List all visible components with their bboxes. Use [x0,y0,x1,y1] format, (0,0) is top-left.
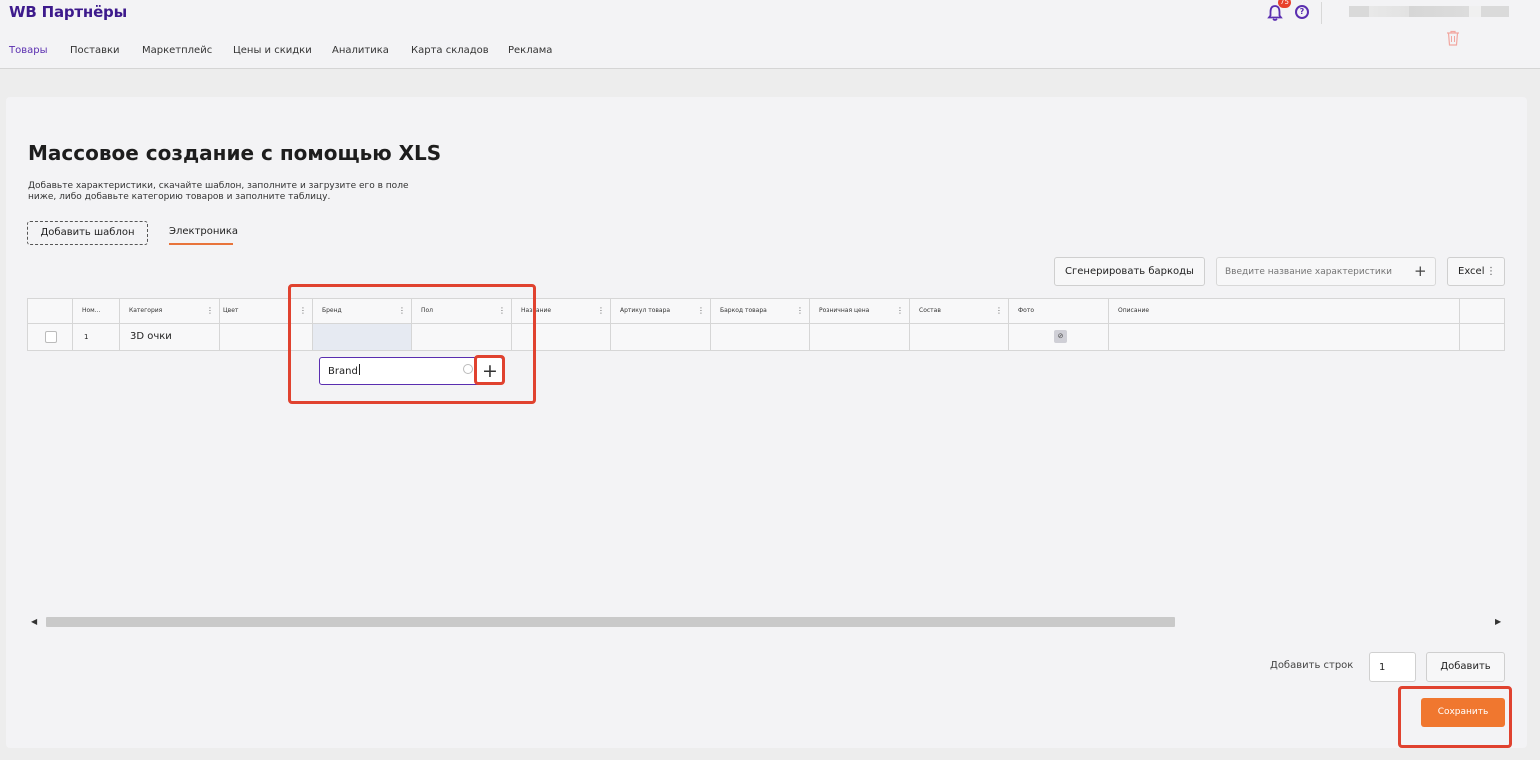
divider [1321,2,1322,24]
add-characteristic-plus-icon[interactable]: + [1414,262,1427,280]
column-header-color[interactable]: Цвет ⋮ [220,299,313,324]
search-icon [463,364,473,374]
save-button[interactable]: Сохранить [1421,698,1505,727]
app-logo[interactable]: WB Партнёры [9,3,127,21]
row-brand-cell-active[interactable] [313,324,412,350]
row-photo-cell[interactable]: ⊘ [1009,324,1109,350]
column-header-retail-price[interactable]: Розничная цена ⋮ [810,299,910,324]
column-header-gender[interactable]: Пол ⋮ [412,299,512,324]
rows-count-input[interactable] [1369,652,1416,682]
nav-item-ads[interactable]: Реклама [508,45,552,56]
add-brand-plus-icon[interactable]: + [477,359,503,383]
row-color-cell[interactable] [220,324,313,350]
scroll-right-arrow-icon[interactable]: ▶ [1495,617,1501,626]
row-description-cell[interactable] [1109,324,1460,350]
column-menu-icon[interactable]: ⋮ [398,299,406,323]
column-header-description[interactable]: Описание [1109,299,1460,324]
row-article-cell[interactable] [611,324,711,350]
column-header-number[interactable]: Ном... [73,299,120,324]
nav-item-prices[interactable]: Цены и скидки [233,45,312,56]
column-header-article[interactable]: Артикул товара ⋮ [611,299,711,324]
notification-badge: 75 [1278,0,1291,8]
photo-upload-icon[interactable]: ⊘ [1054,330,1067,343]
column-menu-icon[interactable]: ⋮ [206,299,214,323]
row-barcode-cell[interactable] [711,324,810,350]
row-gender-cell[interactable] [412,324,512,350]
row-name-cell[interactable] [512,324,611,350]
nav-item-goods[interactable]: Товары [9,45,48,56]
active-tab-indicator [169,243,233,245]
column-header-photo[interactable]: Фото [1009,299,1109,324]
column-menu-icon[interactable]: ⋮ [697,299,705,323]
column-menu-icon[interactable]: ⋮ [498,299,506,323]
column-header-brand[interactable]: Бренд ⋮ [313,299,412,324]
column-header-composition[interactable]: Состав ⋮ [910,299,1009,324]
row-composition-cell[interactable] [910,324,1009,350]
excel-menu-button[interactable]: Excel ⋮ [1447,257,1505,286]
add-template-button[interactable]: Добавить шаблон [27,221,148,245]
row-select-cell [28,324,73,350]
column-header-name[interactable]: Название ⋮ [512,299,611,324]
products-table: Ном... Категория ⋮ Цвет ⋮ Бренд ⋮ Пол ⋮ Назв… [27,298,1505,351]
horizontal-scrollbar[interactable] [46,617,1175,627]
tab-electronics[interactable]: Электроника [169,226,238,237]
trash-icon[interactable] [1446,30,1460,46]
nav-item-warehouse-map[interactable]: Карта складов [411,45,489,56]
select-all-column[interactable] [28,299,73,324]
nav-item-marketplace[interactable]: Маркетплейс [142,45,212,56]
column-header-barcode[interactable]: Баркод товара ⋮ [711,299,810,324]
row-number-cell: 1 [73,324,120,350]
generate-barcodes-button[interactable]: Сгенерировать баркоды [1054,257,1205,286]
add-rows-button[interactable]: Добавить [1426,652,1505,682]
row-price-cell[interactable] [810,324,910,350]
column-menu-icon[interactable]: ⋮ [995,299,1003,323]
page-title: Массовое создание с помощью XLS [28,141,442,165]
main-nav: Товары Поставки Маркетплейс Цены и скидк… [0,26,1540,69]
column-header-category[interactable]: Категория ⋮ [120,299,220,324]
actions-column [1460,299,1505,324]
row-category-cell[interactable]: 3D очки [120,324,220,350]
account-name-redacted[interactable] [1349,6,1509,17]
help-icon[interactable]: ? [1295,5,1309,19]
add-rows-label: Добавить строк [1270,660,1354,671]
characteristic-search-input[interactable] [1216,257,1436,286]
column-menu-icon[interactable]: ⋮ [299,299,307,323]
scroll-left-arrow-icon[interactable]: ◀ [31,617,37,626]
more-vertical-icon: ⋮ [1486,266,1496,277]
column-menu-icon[interactable]: ⋮ [796,299,804,323]
row-checkbox[interactable] [45,331,57,343]
brand-search-value[interactable]: Brand [328,364,360,377]
nav-item-analytics[interactable]: Аналитика [332,45,389,56]
brand-search-popup[interactable]: Brand + [319,357,503,385]
column-menu-icon[interactable]: ⋮ [896,299,904,323]
top-bar: WB Партнёры 75 ? [0,0,1540,26]
excel-label: Excel [1458,266,1485,277]
nav-item-supplies[interactable]: Поставки [70,45,120,56]
page-description: Добавьте характеристики, скачайте шаблон… [28,181,409,202]
column-menu-icon[interactable]: ⋮ [597,299,605,323]
